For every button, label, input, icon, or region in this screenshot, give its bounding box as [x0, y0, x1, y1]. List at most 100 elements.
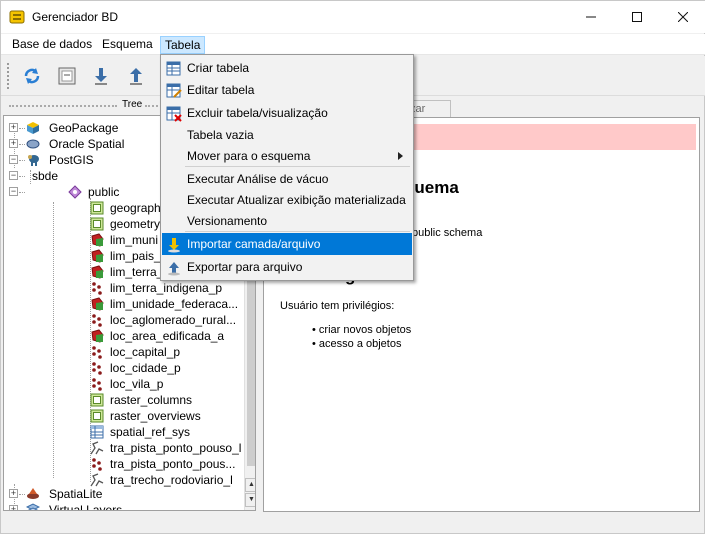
tree-node[interactable]: tra_pista_ponto_pous...: [4, 456, 242, 472]
privileges-description: Usuário tem privilégios:: [280, 300, 395, 312]
tree-node-label: lim_muni: [110, 233, 159, 247]
import-button[interactable]: [89, 64, 113, 88]
edit-table-icon: [166, 83, 182, 98]
collapse-icon[interactable]: −: [9, 155, 18, 164]
tree-node-label: geograph: [110, 201, 161, 215]
tree-node[interactable]: loc_aglomerado_rural...: [4, 312, 242, 328]
maximize-button[interactable]: [614, 1, 660, 33]
tree-node[interactable]: raster_overviews: [4, 408, 242, 424]
tree-node[interactable]: raster_columns: [4, 392, 242, 408]
export-button[interactable]: [124, 64, 148, 88]
point-layer-icon: [92, 346, 102, 359]
list-item: • criar novos objetos: [312, 324, 412, 336]
menu-esquema[interactable]: Esquema: [98, 36, 157, 54]
tree-node-label: geometry: [110, 217, 161, 231]
tree-node-label: Virtual Layers: [49, 503, 123, 511]
oracle-icon: [26, 139, 40, 149]
tree-node-label: PostGIS: [49, 153, 94, 167]
expand-icon[interactable]: +: [9, 139, 18, 148]
menu-item-exportar-arquivo[interactable]: Exportar para arquivo: [162, 256, 412, 278]
postgis-elephant-icon: [28, 155, 39, 166]
tree-node-label: loc_capital_p: [110, 345, 181, 359]
menu-item-executar-atualizar-exibicao[interactable]: Executar Atualizar exibição materializad…: [162, 189, 412, 211]
point-layer-icon: [92, 378, 102, 391]
toolbar-grip[interactable]: [7, 63, 11, 89]
point-layer-icon: [92, 458, 102, 471]
tree-node-label: spatial_ref_sys: [110, 425, 191, 439]
menu-item-editar-tabela[interactable]: Editar tabela: [162, 79, 412, 101]
point-layer-icon: [92, 314, 102, 327]
menu-item-importar-camada[interactable]: Importar camada/arquivo: [162, 233, 412, 255]
tree-node[interactable]: loc_cidade_p: [4, 360, 242, 376]
tabela-dropdown-menu: Criar tabela Editar tabela Excluir tabel…: [160, 54, 414, 281]
polygon-layer-icon: [91, 329, 104, 343]
db-manager-app-icon: [9, 10, 25, 24]
import-layer-icon: [168, 238, 180, 253]
tree-node-label: lim_unidade_federaca...: [110, 297, 239, 311]
collapse-icon[interactable]: −: [9, 187, 18, 196]
close-icon: [678, 12, 688, 22]
geopackage-icon: [27, 122, 39, 134]
tree-node[interactable]: lim_unidade_federaca...: [4, 296, 242, 312]
db-manager-window: Gerenciador BD Base de dados Esquema Tab…: [0, 0, 705, 534]
minimize-button[interactable]: [568, 1, 614, 33]
refresh-button[interactable]: [20, 64, 44, 88]
sql-window-button[interactable]: [55, 64, 79, 88]
scroll-up-button[interactable]: ▲: [245, 478, 255, 492]
menu-item-versionamento[interactable]: Versionamento: [162, 210, 412, 232]
virtual-layers-icon: [26, 503, 40, 510]
tree-node-label: SpatiaLite: [49, 487, 103, 501]
refresh-icon: [24, 68, 40, 84]
tree-dock-label: Tree: [122, 99, 143, 110]
window-title: Gerenciador BD: [32, 10, 119, 24]
tree-node-label: raster_overviews: [110, 409, 201, 423]
schema-description: public schema: [412, 227, 483, 239]
menu-base-de-dados[interactable]: Base de dados: [8, 36, 96, 54]
tree-node[interactable]: loc_area_edificada_a: [4, 328, 242, 344]
scroll-down-button[interactable]: ▼: [245, 493, 255, 507]
menu-separator: [185, 166, 410, 167]
collapse-icon[interactable]: −: [9, 171, 18, 180]
close-button[interactable]: [660, 1, 705, 33]
tree-node-label: GeoPackage: [49, 121, 119, 135]
submenu-arrow-icon: [398, 152, 403, 160]
tree-horizontal-scrollbar[interactable]: [3, 511, 256, 525]
tree-node-label: loc_vila_p: [110, 377, 164, 391]
tree-node[interactable]: tra_pista_ponto_pouso_l: [4, 440, 242, 456]
menu-bar: Base de dados Esquema Tabela: [1, 34, 705, 55]
create-table-icon: [166, 61, 181, 76]
menu-item-mover-para-esquema[interactable]: Mover para o esquema: [162, 145, 412, 167]
tree-node[interactable]: loc_vila_p: [4, 376, 242, 392]
tree-node-label: tra_pista_ponto_pous...: [110, 457, 236, 471]
tree-node[interactable]: + Virtual Layers: [4, 502, 242, 511]
maximize-icon: [632, 12, 642, 22]
menu-item-criar-tabela[interactable]: Criar tabela: [162, 57, 412, 79]
polygon-layer-icon: [91, 265, 104, 279]
minimize-icon: [586, 16, 596, 18]
tree-node[interactable]: spatial_ref_sys: [4, 424, 242, 440]
list-item: • acesso a objetos: [312, 338, 402, 350]
menu-tabela[interactable]: Tabela: [160, 36, 206, 54]
point-layer-icon: [92, 362, 102, 375]
tree-node-label: loc_aglomerado_rural...: [110, 313, 237, 327]
tree-node[interactable]: loc_capital_p: [4, 344, 242, 360]
menu-item-executar-analise-vacuo[interactable]: Executar Análise de vácuo: [162, 168, 412, 190]
table-green-icon: [90, 201, 104, 215]
table-green-icon: [90, 409, 104, 423]
polygon-layer-icon: [91, 297, 104, 311]
tree-node-label: tra_pista_ponto_pouso_l: [110, 441, 242, 455]
expand-icon[interactable]: +: [9, 489, 18, 498]
table-blue-icon: [90, 425, 104, 439]
sql-window-icon: [58, 67, 76, 85]
tree-node-label: loc_area_edificada_a: [110, 329, 225, 343]
spatialite-icon: [27, 488, 39, 499]
menu-item-excluir-tabela[interactable]: Excluir tabela/visualização: [162, 102, 412, 124]
menu-item-tabela-vazia[interactable]: Tabela vazia: [162, 124, 412, 146]
expand-icon[interactable]: +: [9, 123, 18, 132]
tree-node[interactable]: + SpatiaLite: [4, 486, 242, 502]
schema-icon: [68, 185, 82, 199]
polygon-layer-icon: [91, 249, 104, 263]
tree-node-label: sbde: [32, 169, 59, 183]
tree-node[interactable]: lim_terra_indigena_p: [4, 280, 242, 296]
tree-node-label: lim_terra_: [110, 265, 164, 279]
